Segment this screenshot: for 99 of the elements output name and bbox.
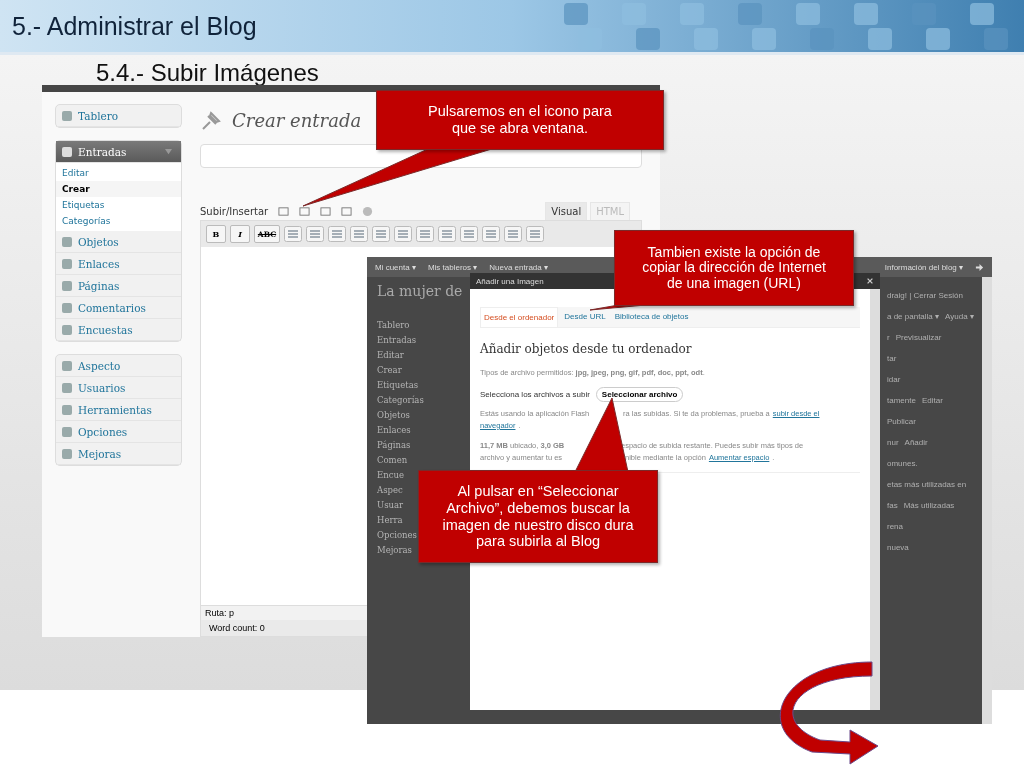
dim-text: rena (887, 522, 903, 531)
menu-item[interactable]: Usuarios (56, 377, 181, 399)
menu-item[interactable]: Enlaces (56, 253, 181, 275)
site-title: La mujer de (377, 283, 464, 299)
dim-text: Añadir (904, 438, 928, 447)
scrollbar[interactable] (870, 289, 880, 710)
toolbar-icon[interactable] (438, 226, 456, 242)
menu-item[interactable]: Tablero (377, 317, 472, 332)
dim-text: Editar (921, 396, 943, 405)
arrow-icon[interactable] (975, 262, 984, 272)
menu-item[interactable]: Crear (377, 362, 472, 377)
media-icon[interactable] (320, 205, 332, 217)
menu-item[interactable]: Enlaces (377, 422, 472, 437)
menu-item[interactable]: Objetos (377, 407, 472, 422)
dim-text: Ayuda ▾ (945, 312, 974, 321)
menu-item[interactable]: Categorías (377, 392, 472, 407)
close-icon[interactable] (866, 277, 874, 285)
tile-icon (61, 359, 73, 372)
tile-icon (61, 109, 73, 122)
select-file-button[interactable]: Seleccionar archivo (595, 386, 684, 402)
dim-text: idar (887, 375, 901, 384)
tile-icon (61, 145, 73, 158)
tile-icon (61, 323, 73, 336)
dim-text: Publicar (887, 417, 916, 426)
menu-item[interactable]: Objetos (56, 231, 181, 253)
toolbar-icon[interactable] (328, 226, 346, 242)
upload-label: Subir/Insertar (200, 205, 269, 217)
menu-item[interactable]: Páginas (56, 275, 181, 297)
pushpin-icon (200, 108, 224, 132)
slide-subtitle: 5.4.- Subir Imágenes (96, 59, 319, 87)
dialog-tab[interactable]: Desde el ordenador (480, 307, 559, 327)
toolbar-icon[interactable] (394, 226, 412, 242)
tile-icon (61, 381, 73, 394)
admin-menu[interactable]: Mi cuenta ▾ (375, 262, 416, 272)
page-title: Crear entrada (232, 109, 362, 131)
menu-item[interactable]: Tablero (56, 105, 181, 127)
menu-item[interactable]: Mejoras (56, 443, 181, 465)
menu-item[interactable]: Editar (377, 347, 472, 362)
submenu-item[interactable]: Categorías (56, 213, 181, 229)
submenu-item[interactable]: Editar (56, 165, 181, 181)
submenu-item[interactable]: Crear (56, 181, 181, 197)
dim-text: nueva (887, 543, 909, 552)
media-icon[interactable] (299, 205, 311, 217)
menu-item[interactable]: Entradas (377, 332, 472, 347)
slide-title: 5.- Administrar el Blog (12, 11, 257, 41)
admin-menu[interactable]: Nueva entrada ▾ (489, 262, 548, 272)
scrollbar[interactable] (982, 277, 992, 724)
dim-text: nur (887, 438, 899, 447)
menu-item[interactable]: Entradas (56, 141, 181, 163)
menu-item[interactable]: Opciones (56, 421, 181, 443)
dialog-heading: Añadir objetos desde tu ordenador (480, 342, 693, 356)
toolbar-icon[interactable] (526, 226, 544, 242)
callout: Pulsaremos en el icono para que se abra ventana. (376, 90, 664, 150)
menu-item[interactable]: Aspecto (56, 355, 181, 377)
tile-icon (61, 279, 73, 292)
circle-icon[interactable] (362, 205, 374, 217)
toolbar-icon[interactable] (306, 226, 324, 242)
dim-text: Previsualizar (895, 333, 942, 342)
select-label: Selecciona los archivos a subir (480, 389, 590, 399)
toolbar-icon[interactable] (460, 226, 478, 242)
menu-item[interactable]: Herramientas (56, 399, 181, 421)
dim-text: a de pantalla ▾ (887, 312, 940, 321)
tile-icon (61, 447, 73, 460)
admin-menu[interactable]: Información del blog ▾ (884, 262, 963, 272)
menu-item[interactable]: Encuestas (56, 319, 181, 341)
dim-text: fas (887, 501, 898, 510)
dialog-tab[interactable]: Biblioteca de objetos (611, 307, 692, 327)
dialog-tab[interactable]: Desde URL (561, 307, 609, 327)
dim-text: tar (887, 354, 897, 363)
dim-text: r (887, 333, 890, 342)
format-button[interactable]: B (206, 225, 226, 243)
dim-text: Más utilizadas (903, 501, 955, 510)
tile-icon (61, 235, 73, 248)
dialog-title: Añadir una Imagen (476, 276, 544, 286)
menu-item[interactable]: Comentarios (56, 297, 181, 319)
toolbar-icon[interactable] (350, 226, 368, 242)
toolbar-icon[interactable] (504, 226, 522, 242)
tile-icon (61, 301, 73, 314)
view-tab[interactable]: Visual (545, 202, 588, 220)
caret-icon[interactable] (164, 148, 173, 155)
menu-item[interactable]: Páginas (377, 437, 472, 452)
toolbar-icon[interactable] (416, 226, 434, 242)
dim-text: draig! | Cerrar Sesión (887, 291, 963, 300)
toolbar-icon[interactable] (482, 226, 500, 242)
tile-icon (61, 403, 73, 416)
tile-icon (61, 425, 73, 438)
toolbar-icon[interactable] (284, 226, 302, 242)
submenu-item[interactable]: Etiquetas (56, 197, 181, 213)
menu-item[interactable]: Comen (377, 452, 472, 467)
tile-icon (61, 257, 73, 270)
format-button[interactable]: I (230, 225, 250, 243)
dim-text: etas más utilizadas en (887, 480, 967, 489)
admin-menu[interactable]: Mis tableros ▾ (427, 262, 478, 272)
dim-text: tamente (887, 396, 916, 405)
media-icon[interactable] (341, 205, 353, 217)
toolbar-icon[interactable] (372, 226, 390, 242)
dim-text: omunes. (887, 459, 918, 468)
menu-item[interactable]: Etiquetas (377, 377, 472, 392)
media-icon[interactable] (278, 205, 290, 217)
